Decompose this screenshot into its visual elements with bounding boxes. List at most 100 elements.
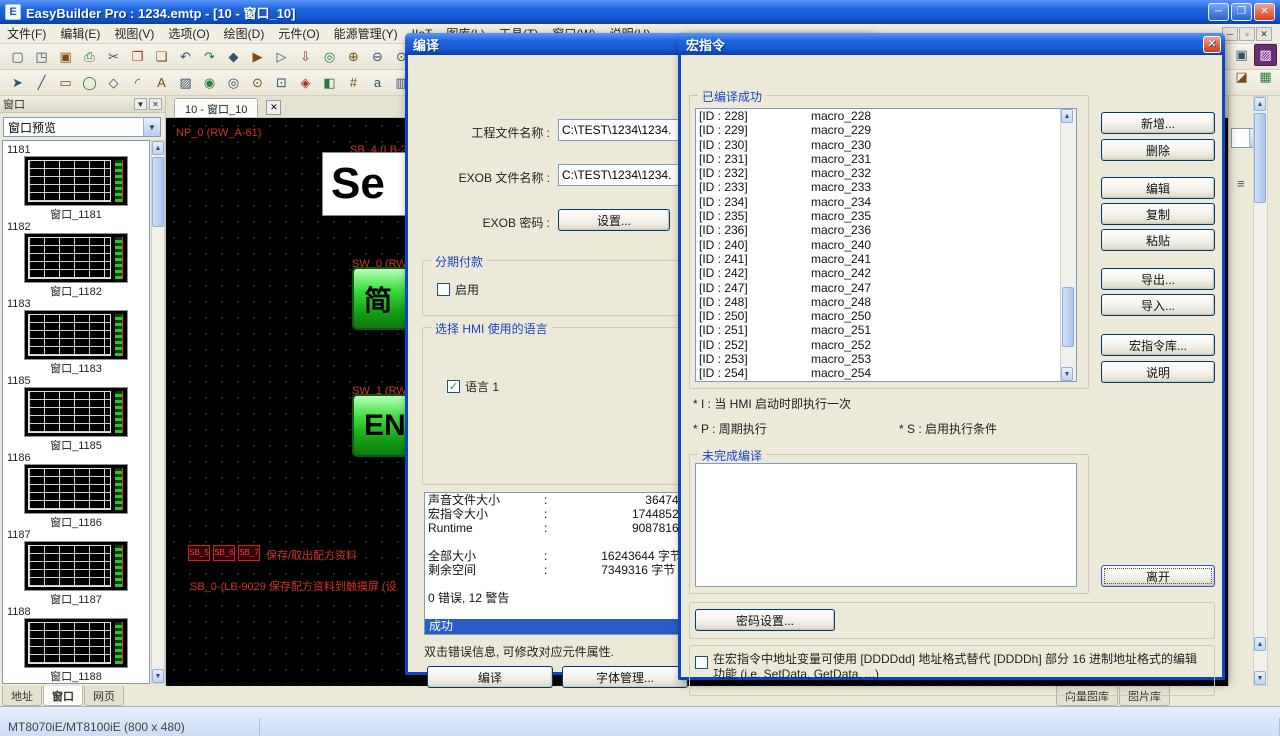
- set-bit-object[interactable]: SB_6: [213, 545, 235, 561]
- window-list-item[interactable]: 1187 窗口_1187: [3, 528, 149, 605]
- help-button[interactable]: 说明: [1101, 361, 1215, 383]
- mdi-close-button[interactable]: ✕: [1256, 27, 1272, 41]
- scroll-down-icon[interactable]: ▼: [1061, 367, 1073, 381]
- macro-list-item[interactable]: [ID : 230] macro_230: [696, 138, 1060, 152]
- macro-list-item[interactable]: [ID : 253] macro_253: [696, 352, 1060, 366]
- macro-list-item[interactable]: [ID : 235] macro_235: [696, 209, 1060, 223]
- set-bit-icon[interactable]: ⊙: [246, 72, 269, 94]
- macro-list-item[interactable]: [ID : 236] macro_236: [696, 223, 1060, 237]
- polygon-icon[interactable]: ◇: [102, 72, 125, 94]
- uncompiled-macro-list[interactable]: [695, 463, 1077, 587]
- menu-item[interactable]: 视图(V): [107, 23, 161, 44]
- undo-icon[interactable]: ↶: [174, 46, 197, 68]
- recipe-row-label[interactable]: 保存/取出配方资料: [266, 547, 357, 563]
- tab-window-10[interactable]: 10 - 窗口_10: [174, 98, 258, 117]
- rectangle-icon[interactable]: ▭: [54, 72, 77, 94]
- paste-macro-button[interactable]: 粘贴: [1101, 229, 1215, 251]
- paste-icon[interactable]: ❏: [150, 46, 173, 68]
- window-thumbnail[interactable]: [24, 541, 128, 591]
- text-icon[interactable]: A: [150, 72, 173, 94]
- ellipse-icon[interactable]: ◯: [78, 72, 101, 94]
- window-list-scrollbar[interactable]: ▲ ▼: [151, 140, 165, 684]
- multi-state-switch-icon[interactable]: ◧: [318, 72, 341, 94]
- checkbox-box[interactable]: ✓: [447, 380, 460, 393]
- download-icon[interactable]: ⇩: [294, 46, 317, 68]
- bit-lamp-icon[interactable]: ◉: [198, 72, 221, 94]
- zoom-out-icon[interactable]: ⊖: [366, 46, 389, 68]
- set-word-icon[interactable]: ⊡: [270, 72, 293, 94]
- scrollbar-thumb[interactable]: [1062, 287, 1074, 347]
- toggle-switch-icon[interactable]: ◈: [294, 72, 317, 94]
- scroll-up-icon[interactable]: ▲: [1254, 637, 1266, 651]
- font-management-button[interactable]: 字体管理...: [562, 666, 688, 688]
- scrollbar-thumb[interactable]: [1254, 113, 1266, 203]
- window-list-item[interactable]: 1188 窗口_1188: [3, 605, 149, 682]
- delete-macro-button[interactable]: 删除: [1101, 139, 1215, 161]
- line-icon[interactable]: ╱: [30, 72, 53, 94]
- window-preview-combobox[interactable]: 窗口预览 ▼: [3, 117, 161, 137]
- open-file-icon[interactable]: ◳: [30, 46, 53, 68]
- window-list-item[interactable]: 1186 窗口_1186: [3, 451, 149, 528]
- recipe-save-label[interactable]: SB_0-(LB-9029 保存配方资料到触摸屏 (设: [190, 578, 397, 594]
- macro-list-item[interactable]: [ID : 229] macro_229: [696, 123, 1060, 137]
- macro-list-item[interactable]: [ID : 228] macro_228: [696, 109, 1060, 123]
- window-thumbnail[interactable]: [24, 387, 128, 437]
- tab-web[interactable]: 网页: [84, 686, 124, 706]
- mdi-restore-button[interactable]: ▫: [1239, 27, 1255, 41]
- tab-window[interactable]: 窗口: [43, 686, 83, 706]
- macro-dialog-titlebar[interactable]: 宏指令 ✕: [678, 33, 1225, 55]
- panel-collapse-icon[interactable]: ▼: [134, 98, 147, 110]
- window-list-item[interactable]: 1185 窗口_1185: [3, 374, 149, 451]
- close-button[interactable]: ✕: [1254, 3, 1275, 21]
- numeric-object-icon[interactable]: #: [342, 72, 365, 94]
- library-scrollbar[interactable]: ▲ ▲ ▼: [1253, 96, 1268, 686]
- select-pointer-icon[interactable]: ➤: [6, 72, 29, 94]
- export-macro-button[interactable]: 导出...: [1101, 268, 1215, 290]
- menu-item[interactable]: 选项(O): [161, 23, 216, 44]
- address-grid-icon[interactable]: ▦: [1254, 66, 1277, 88]
- macro-list-item[interactable]: [ID : 250] macro_250: [696, 309, 1060, 323]
- menu-item[interactable]: 元件(O): [271, 23, 326, 44]
- scroll-down-icon[interactable]: ▼: [152, 669, 164, 683]
- scroll-up-icon[interactable]: ▲: [152, 141, 164, 155]
- new-macro-button[interactable]: 新增...: [1101, 112, 1215, 134]
- new-file-icon[interactable]: ▢: [6, 46, 29, 68]
- copy-macro-button[interactable]: 复制: [1101, 203, 1215, 225]
- language-1-checkbox[interactable]: ✓ 语言 1: [447, 378, 499, 395]
- minimize-button[interactable]: ─: [1208, 3, 1229, 21]
- checkbox-box[interactable]: [695, 656, 708, 669]
- macro-list-item[interactable]: [ID : 232] macro_232: [696, 166, 1060, 180]
- window-list-item[interactable]: 1182 窗口_1182: [3, 220, 149, 297]
- font-management-icon[interactable]: ▣: [1230, 44, 1253, 66]
- macro-list-item[interactable]: [ID : 251] macro_251: [696, 323, 1060, 337]
- picture-library-icon[interactable]: ▨: [1254, 44, 1277, 66]
- window-list-item[interactable]: 1181 窗口_1181: [3, 143, 149, 220]
- arc-icon[interactable]: ◜: [126, 72, 149, 94]
- close-icon[interactable]: ✕: [1203, 36, 1221, 53]
- macro-list-item[interactable]: [ID : 233] macro_233: [696, 180, 1060, 194]
- shape-library-icon[interactable]: ◪: [1230, 66, 1253, 88]
- macro-list-item[interactable]: [ID : 247] macro_247: [696, 281, 1060, 295]
- print-icon[interactable]: ⎙: [78, 46, 101, 68]
- menu-item[interactable]: 能源管理(Y): [327, 23, 405, 44]
- macro-list-item[interactable]: [ID : 248] macro_248: [696, 295, 1060, 309]
- maximize-button[interactable]: ❐: [1231, 3, 1252, 21]
- scroll-up-icon[interactable]: ▲: [1254, 97, 1266, 111]
- import-macro-button[interactable]: 导入...: [1101, 294, 1215, 316]
- tab-address[interactable]: 地址: [2, 686, 42, 706]
- scroll-down-icon[interactable]: ▼: [1254, 671, 1266, 685]
- macro-list-scrollbar[interactable]: ▲ ▼: [1060, 109, 1076, 381]
- checkbox-box[interactable]: [437, 283, 450, 296]
- menu-item[interactable]: 绘图(D): [217, 23, 272, 44]
- window-thumbnail[interactable]: [24, 464, 128, 514]
- numeric-object-label[interactable]: NP_0 (RW_A-61): [176, 127, 261, 139]
- chevron-down-icon[interactable]: ▼: [143, 118, 160, 136]
- window-thumbnail[interactable]: [24, 310, 128, 360]
- online-simulation-icon[interactable]: ▶: [246, 46, 269, 68]
- save-icon[interactable]: ▣: [54, 46, 77, 68]
- compile-button[interactable]: 编译: [427, 666, 553, 688]
- copy-icon[interactable]: ❐: [126, 46, 149, 68]
- macro-list[interactable]: [ID : 228] macro_228 [ID : 229] macro_22…: [695, 108, 1077, 382]
- exit-button[interactable]: 离开: [1101, 565, 1215, 587]
- set-bit-object[interactable]: SB_7: [238, 545, 260, 561]
